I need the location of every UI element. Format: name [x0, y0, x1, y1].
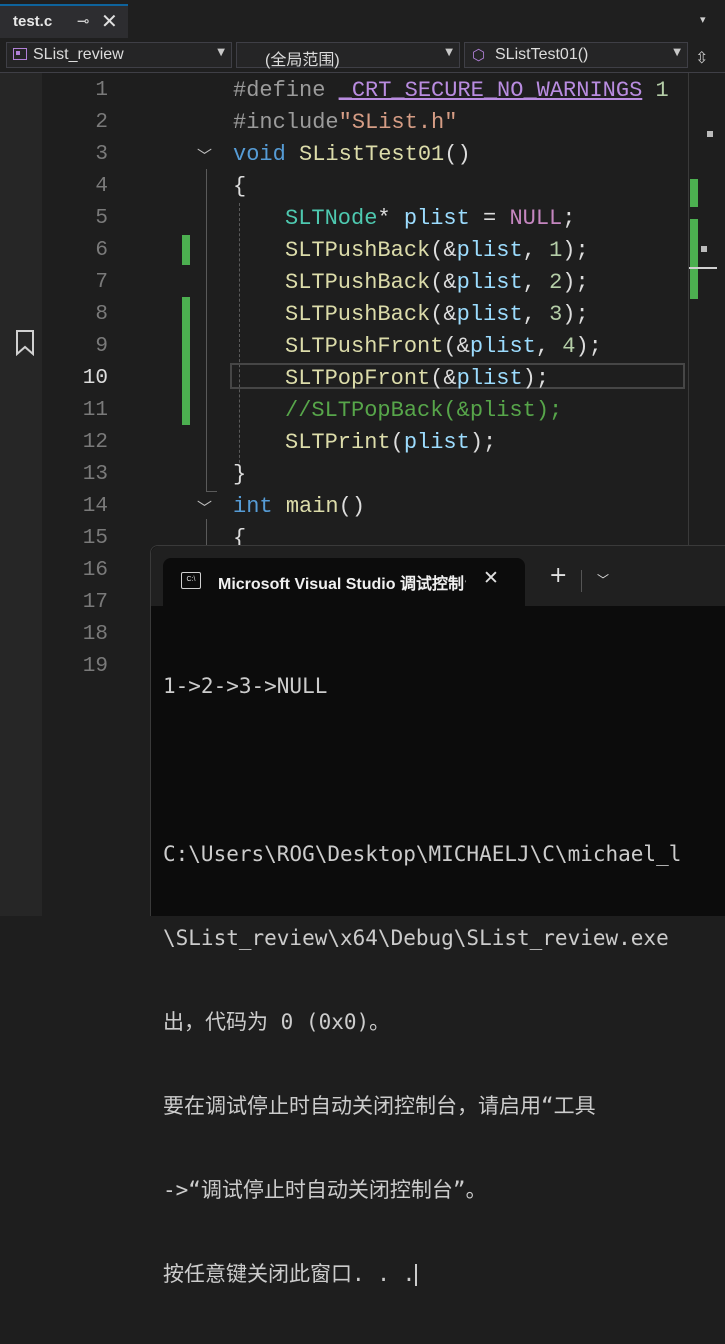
code-line: #include"SList.h": [233, 110, 458, 135]
project-dropdown[interactable]: SList_review ▼: [6, 42, 232, 68]
split-editor-icon[interactable]: ⇳: [695, 48, 708, 67]
scope-dropdown-label: (全局范围): [265, 52, 340, 69]
document-tab-test-c[interactable]: test.c ⊸ ✕: [0, 4, 128, 38]
code-line: {: [233, 174, 247, 199]
line-number: 18: [82, 623, 108, 646]
project-icon: [13, 48, 27, 60]
line-number: 14: [82, 495, 108, 518]
change-marker: [182, 297, 190, 425]
console-line: \SList_review\x64\Debug\SList_review.exe: [163, 926, 669, 950]
line-number-current: 10: [82, 367, 108, 390]
document-tab-strip: test.c ⊸ ✕ ▾: [0, 0, 725, 38]
line-number: 1: [95, 79, 108, 102]
member-dropdown[interactable]: ⬡ SListTest01() ▼: [464, 42, 688, 68]
code-line-current: SLTPopFront(&plist);: [285, 366, 550, 391]
line-number: 6: [95, 239, 108, 262]
chevron-down-icon: ▼: [217, 47, 225, 58]
console-output[interactable]: 1->2->3->NULL C:\Users\ROG\Desktop\MICHA…: [163, 616, 681, 1344]
scroll-change-marker: [690, 219, 698, 299]
scroll-change-marker: [690, 179, 698, 207]
code-line-comment: //SLTPopBack(&plist);: [285, 398, 563, 423]
pin-icon[interactable]: ⊸: [77, 12, 90, 30]
console-prompt-text: 按任意键关闭此窗口. . .: [163, 1262, 416, 1286]
code-line: }: [233, 462, 247, 487]
code-line: SLTPushBack(&plist, 3);: [285, 302, 589, 327]
close-icon[interactable]: ✕: [101, 9, 118, 33]
line-number: 15: [82, 527, 108, 550]
chevron-down-icon: ▼: [673, 47, 681, 58]
console-line: 出，代码为 0 (0x0)。: [163, 1010, 391, 1034]
code-line: SLTPrint(plist);: [285, 430, 497, 455]
scope-dropdown[interactable]: (全局范围) ▼: [236, 42, 460, 69]
project-dropdown-label: SList_review: [33, 46, 124, 63]
console-line: ->“调试停止时自动关闭控制台”。: [163, 1178, 487, 1202]
debug-console-window[interactable]: C:\ Microsoft Visual Studio 调试控制台 ✕ + ﹀ …: [150, 545, 725, 1286]
line-number: 2: [95, 111, 108, 134]
change-marker: [182, 235, 190, 265]
terminal-icon: C:\: [181, 572, 201, 589]
glyph-margin: [0, 73, 42, 916]
code-line: SLTPushBack(&plist, 1);: [285, 238, 589, 263]
titlebar-divider: [581, 570, 582, 592]
console-tab[interactable]: C:\ Microsoft Visual Studio 调试控制台 ✕: [163, 558, 525, 606]
tab-filename: test.c: [13, 13, 53, 30]
code-line: SLTPushFront(&plist, 4);: [285, 334, 602, 359]
chevron-down-icon[interactable]: ﹀: [597, 571, 609, 588]
function-cube-icon: ⬡: [472, 46, 486, 64]
text-cursor: [415, 1264, 418, 1286]
console-titlebar: C:\ Microsoft Visual Studio 调试控制台 ✕ + ﹀: [151, 546, 725, 606]
fold-chevron-icon[interactable]: ﹀: [197, 497, 212, 518]
bookmark-icon[interactable]: [15, 330, 35, 356]
line-number: 5: [95, 207, 108, 230]
console-line: 1->2->3->NULL: [163, 674, 328, 698]
line-number: 13: [82, 463, 108, 486]
member-dropdown-label: SListTest01(): [495, 46, 589, 63]
line-number: 11: [82, 399, 108, 422]
code-line: void SListTest01(): [233, 142, 471, 167]
code-line: SLTPushBack(&plist, 2);: [285, 270, 589, 295]
tab-overflow-chevron-icon[interactable]: ▾: [700, 13, 706, 26]
line-number: 19: [82, 655, 108, 678]
line-number: 4: [95, 175, 108, 198]
scope-guide: [206, 169, 217, 492]
console-line: C:\Users\ROG\Desktop\MICHAELJ\C\michael_…: [163, 842, 682, 866]
line-number: 17: [82, 591, 108, 614]
line-number: 3: [95, 143, 108, 166]
console-line: 要在调试停止时自动关闭控制台，请启用“工具: [163, 1094, 596, 1118]
code-line: #define _CRT_SECURE_NO_WARNINGS 1: [233, 78, 669, 103]
indent-guide: [239, 203, 240, 473]
scroll-marker: [707, 131, 713, 137]
line-number: 9: [95, 335, 108, 358]
caret-position-marker: [689, 267, 717, 269]
scroll-marker: [701, 246, 707, 252]
line-number: 8: [95, 303, 108, 326]
code-line: int main(): [233, 494, 366, 519]
close-icon[interactable]: ✕: [483, 567, 499, 589]
new-tab-plus-icon[interactable]: +: [549, 565, 567, 587]
line-number: 12: [82, 431, 108, 454]
navigation-bar: SList_review ▼ (全局范围) ▼ ⬡ SListTest01() …: [0, 38, 725, 73]
fold-chevron-icon[interactable]: ﹀: [197, 145, 212, 166]
chevron-down-icon: ▼: [445, 47, 453, 58]
console-tab-title: Microsoft Visual Studio 调试控制台: [218, 576, 466, 593]
console-line-prompt: 按任意键关闭此窗口. . .: [163, 1260, 681, 1288]
code-line: SLTNode* plist = NULL;: [285, 206, 576, 231]
line-number: 16: [82, 559, 108, 582]
line-number: 7: [95, 271, 108, 294]
